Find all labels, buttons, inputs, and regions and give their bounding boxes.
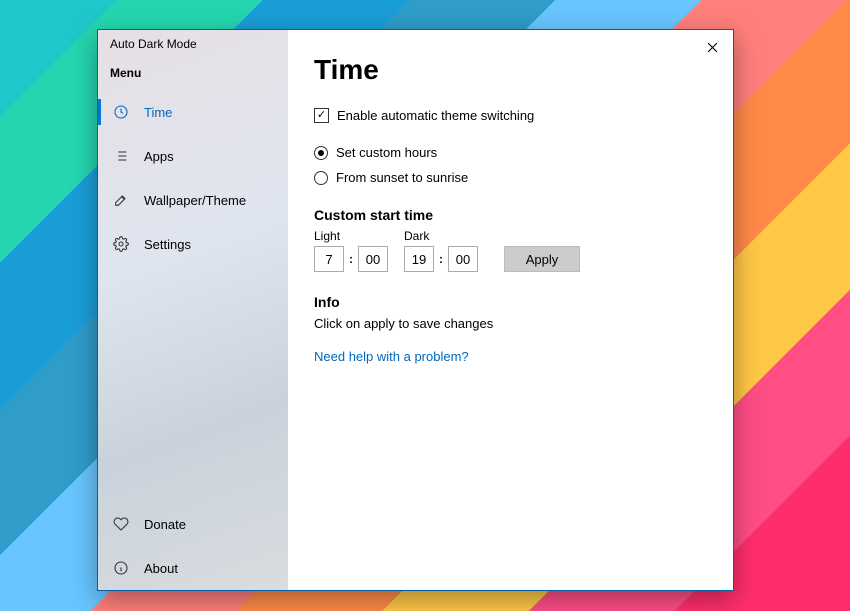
sidebar-item-wallpaper[interactable]: Wallpaper/Theme: [98, 178, 288, 222]
nav-primary: Time Apps Wallpaper/Theme: [98, 90, 288, 590]
app-window: Auto Dark Mode Menu Time Apps: [97, 29, 734, 591]
custom-start-title: Custom start time: [314, 207, 707, 223]
close-button[interactable]: [699, 36, 725, 58]
sidebar-item-about[interactable]: About: [98, 546, 288, 590]
dark-label: Dark: [404, 229, 478, 243]
time-row: Light : Dark : Apply: [314, 229, 707, 272]
dark-min-input[interactable]: [448, 246, 478, 272]
light-label: Light: [314, 229, 388, 243]
sidebar-item-label: Time: [144, 105, 172, 120]
info-title: Info: [314, 294, 707, 310]
info-text: Click on apply to save changes: [314, 316, 707, 331]
menu-header: Menu: [98, 60, 288, 90]
sidebar-item-label: About: [144, 561, 178, 576]
apply-button[interactable]: Apply: [504, 246, 580, 272]
radio-sunset-label: From sunset to sunrise: [336, 170, 468, 185]
light-time-group: Light :: [314, 229, 388, 272]
light-hour-input[interactable]: [314, 246, 344, 272]
light-min-input[interactable]: [358, 246, 388, 272]
sidebar-item-time[interactable]: Time: [98, 90, 288, 134]
colon: :: [438, 257, 444, 261]
page-title: Time: [314, 54, 707, 86]
enable-checkbox[interactable]: ✓: [314, 108, 329, 123]
sidebar-item-label: Donate: [144, 517, 186, 532]
nav-bottom: Donate About: [98, 502, 288, 590]
edit-icon: [112, 191, 130, 209]
radio-custom-label: Set custom hours: [336, 145, 437, 160]
colon: :: [348, 257, 354, 261]
sidebar-item-apps[interactable]: Apps: [98, 134, 288, 178]
enable-switching-row[interactable]: ✓ Enable automatic theme switching: [314, 108, 707, 123]
list-icon: [112, 147, 130, 165]
main-content: Time ✓ Enable automatic theme switching …: [288, 30, 733, 590]
enable-checkbox-label: Enable automatic theme switching: [337, 108, 534, 123]
sidebar-item-label: Apps: [144, 149, 174, 164]
sidebar-item-label: Settings: [144, 237, 191, 252]
radio-custom[interactable]: [314, 146, 328, 160]
dark-time-group: Dark :: [404, 229, 478, 272]
radio-sunset-sunrise[interactable]: From sunset to sunrise: [314, 170, 707, 185]
gear-icon: [112, 235, 130, 253]
radio-sunset[interactable]: [314, 171, 328, 185]
dark-hour-input[interactable]: [404, 246, 434, 272]
info-icon: [112, 559, 130, 577]
sidebar-item-label: Wallpaper/Theme: [144, 193, 246, 208]
heart-icon: [112, 515, 130, 533]
sidebar: Auto Dark Mode Menu Time Apps: [98, 30, 288, 590]
radio-custom-hours[interactable]: Set custom hours: [314, 145, 707, 160]
help-link[interactable]: Need help with a problem?: [314, 349, 469, 364]
sidebar-item-settings[interactable]: Settings: [98, 222, 288, 266]
sidebar-item-donate[interactable]: Donate: [98, 502, 288, 546]
clock-icon: [112, 103, 130, 121]
close-icon: [707, 42, 718, 53]
window-title: Auto Dark Mode: [98, 30, 288, 60]
